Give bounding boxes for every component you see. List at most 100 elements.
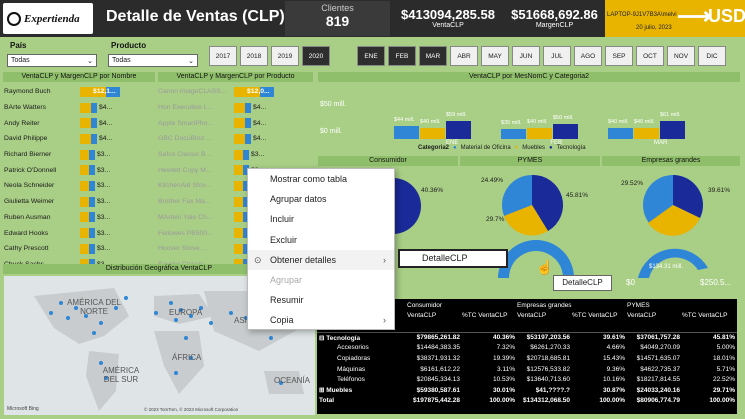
table-row[interactable]: ⊟ Tecnología $79865,261.82 40.36% $53197,20…	[317, 332, 737, 343]
map-point[interactable]	[174, 371, 178, 375]
list-item-label: Hewlett Copy M...	[158, 166, 212, 174]
pie-label: 29.7%	[486, 216, 505, 223]
menu-item-obtener-detalles[interactable]: ⊙ Obtener detalles ›	[248, 249, 394, 270]
month-button-selected[interactable]: ENE	[357, 46, 385, 66]
month-button[interactable]: JUN	[512, 46, 540, 66]
submenu-item-detalleclp[interactable]: DetalleCLP	[398, 249, 508, 268]
column-header[interactable]: %TC VentaCLP	[462, 312, 517, 319]
table-row[interactable]: ⊞ Muebles $59380,587.61 30.01% $41,????.? 30…	[317, 385, 737, 396]
list-item[interactable]: Andy Reiter $4...	[4, 115, 156, 131]
month-button[interactable]: SEP	[605, 46, 633, 66]
margen-label: MargenCLP	[535, 22, 574, 29]
list-item[interactable]: Apple SmartPho... $4...	[158, 115, 313, 131]
currency-toggle-button[interactable]: USD	[708, 6, 745, 27]
table-row[interactable]: Teléfonos $20845,334.13 10.53% $13640,713.6…	[317, 374, 737, 385]
margen-bar	[89, 149, 95, 160]
map-point[interactable]	[209, 321, 213, 325]
map-point[interactable]	[154, 311, 158, 315]
year-button[interactable]: 2019	[271, 46, 299, 66]
list-item[interactable]: Patrick O'Donnell $3...	[4, 162, 156, 178]
column-header[interactable]: %TC VentaCLP	[682, 312, 737, 319]
month-button[interactable]: AGO	[574, 46, 602, 66]
month-bar[interactable]	[608, 128, 633, 139]
map-point[interactable]	[59, 301, 63, 305]
month-bar[interactable]	[527, 128, 552, 139]
column-group-header: PYMES	[627, 302, 650, 309]
map-point[interactable]	[92, 331, 96, 335]
table-cell: $41,????.?	[535, 386, 570, 394]
month-button-selected[interactable]: FEB	[388, 46, 416, 66]
month-bar[interactable]	[634, 128, 659, 139]
map-point[interactable]	[184, 336, 188, 340]
menu-item-incluir[interactable]: Incluir	[248, 209, 394, 229]
table-cell: $6261,270.33	[530, 344, 570, 352]
year-button[interactable]: 2018	[240, 46, 268, 66]
list-item[interactable]: David Philippe $4...	[4, 131, 156, 147]
list-item[interactable]: BArte Watters $4...	[4, 100, 156, 116]
map-point[interactable]	[124, 296, 128, 300]
menu-item-excluir[interactable]: Excluir	[248, 230, 394, 250]
table-row[interactable]: Accesorios $14484,383.35 7.32% $6261,270.33…	[317, 343, 737, 354]
list-item[interactable]: Edward Hooks $3...	[4, 225, 156, 241]
month-button[interactable]: ABR	[450, 46, 478, 66]
list-item[interactable]: Canon imageCLASS... $12,0...	[158, 84, 313, 100]
month-bar[interactable]	[660, 120, 685, 139]
list-item[interactable]: Richard Bierner $3...	[4, 147, 156, 163]
month-bar[interactable]	[394, 125, 419, 139]
table-cell: 19.39%	[492, 354, 515, 362]
map-point[interactable]	[174, 318, 178, 322]
producto-dropdown[interactable]: Todas ⌄	[108, 54, 198, 67]
table-row[interactable]: Copiadoras $38371,931.32 19.39% $20718,685.…	[317, 353, 737, 364]
month-button[interactable]: JUL	[543, 46, 571, 66]
column-header[interactable]: VentaCLP	[517, 312, 572, 319]
nombre-bar-chart: Raymond Buch $12,1... BArte Watters $4... An…	[4, 84, 156, 272]
clients-card: Clientes 819	[285, 1, 390, 36]
table-row[interactable]: Total $197875,442.28 100.00% $134312,068.50…	[317, 396, 737, 407]
month-bar[interactable]	[420, 128, 445, 139]
chevron-right-icon: ›	[383, 315, 386, 326]
list-item[interactable]: Giulietta Weimer $3...	[4, 194, 156, 210]
hand-cursor-icon: ☝	[536, 259, 554, 275]
map-point[interactable]	[66, 316, 70, 320]
column-header[interactable]: %TC VentaCLP	[572, 312, 627, 319]
month-bar[interactable]	[501, 129, 526, 139]
map-point[interactable]	[99, 361, 103, 365]
list-item[interactable]: Neola Schneider $3...	[4, 178, 156, 194]
map-point[interactable]	[99, 321, 103, 325]
pie-label: 39.61%	[708, 187, 731, 194]
table-cell: $13640,713.60	[526, 376, 570, 384]
list-item[interactable]: Safco Classic B... $3...	[158, 147, 313, 163]
section-title-mes: VentaCLP por MesNomC y Categoria2	[318, 72, 740, 82]
arrow-right-icon[interactable]: ⟶	[677, 2, 711, 32]
year-button-selected[interactable]: 2020	[302, 46, 330, 66]
month-button-selected[interactable]: MAR	[419, 46, 447, 66]
map-point[interactable]	[229, 311, 233, 315]
table-row[interactable]: Máquinas $6161,612.22 3.11% $12576,533.82 9.…	[317, 364, 737, 375]
menu-item-agrupar-datos[interactable]: Agrupar datos	[248, 189, 394, 209]
list-item-label: Raymond Buch	[4, 88, 51, 96]
month-button[interactable]: NOV	[667, 46, 695, 66]
list-item[interactable]: GBC DocuBind ... $4...	[158, 131, 313, 147]
month-button[interactable]: OCT	[636, 46, 664, 66]
menu-item-resumir[interactable]: Resumir	[248, 290, 394, 310]
column-header[interactable]: VentaCLP	[407, 312, 462, 319]
month-bar[interactable]	[446, 121, 471, 139]
column-header[interactable]: VentaCLP	[627, 312, 682, 319]
month-button[interactable]: DIC	[698, 46, 726, 66]
bar-data-label: $40 mill.	[420, 119, 441, 125]
map-point[interactable]	[269, 336, 273, 340]
bar-data-label: $40 mill.	[527, 119, 548, 125]
menu-item-copia[interactable]: Copia ›	[248, 310, 394, 330]
list-item[interactable]: Ruben Ausman $3...	[4, 210, 156, 226]
map-point[interactable]	[49, 311, 53, 315]
pais-dropdown[interactable]: Todas ⌄	[7, 54, 97, 67]
list-item[interactable]: Hon Executive L... $4...	[158, 100, 313, 116]
month-bar[interactable]	[553, 124, 578, 139]
margen-bar	[243, 149, 249, 160]
month-button[interactable]: MAY	[481, 46, 509, 66]
list-item[interactable]: Raymond Buch $12,1...	[4, 84, 156, 100]
menu-item-mostrar-tabla[interactable]: Mostrar como tabla	[248, 169, 394, 189]
list-item[interactable]: Cathy Prescott $3...	[4, 241, 156, 257]
year-button[interactable]: 2017	[209, 46, 237, 66]
map-point[interactable]	[169, 301, 173, 305]
